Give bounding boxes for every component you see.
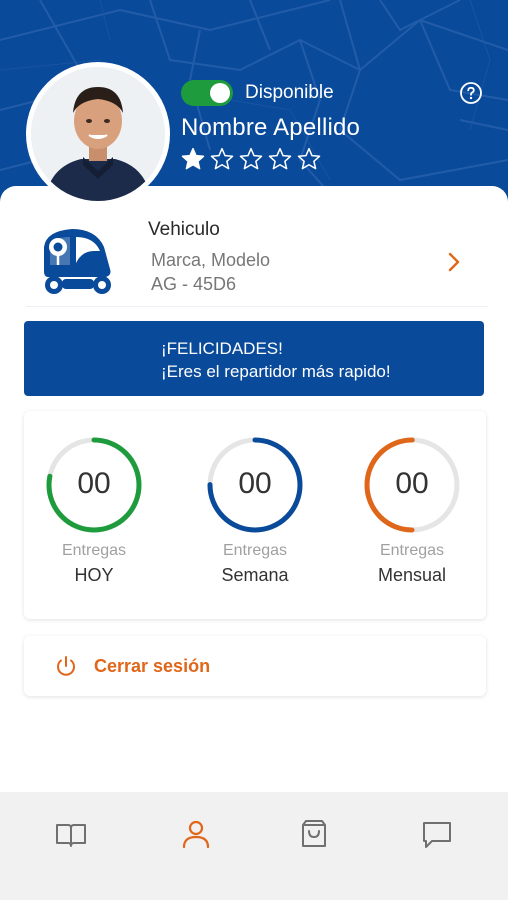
star-outline-icon	[268, 147, 292, 170]
stat-subtitle: Entregas	[222, 542, 288, 559]
power-icon	[57, 656, 75, 676]
stat-subtitle: Entregas	[379, 542, 445, 559]
chevron-right-icon	[448, 252, 460, 272]
stat-subtitle: Entregas	[61, 542, 127, 559]
user-icon[interactable]	[178, 816, 214, 852]
stat-month: 00 Entregas Mensual	[342, 411, 496, 619]
divider	[26, 306, 488, 307]
stat-label: Mensual	[377, 565, 447, 585]
logout-label: Cerrar sesión	[94, 656, 211, 676]
toggle-knob	[210, 83, 230, 103]
vehicle-plate: AG - 45D6	[151, 274, 237, 294]
driver-name: Nombre Apellido	[181, 114, 361, 141]
deliveries-stats-card: 00 Entregas HOY 00 Entregas Semana 00 En…	[24, 411, 486, 619]
congratulations-banner: ¡FELICIDADES! ¡Eres el repartidor más ra…	[24, 321, 484, 396]
chat-icon[interactable]	[419, 816, 455, 852]
question-circle-icon[interactable]	[459, 81, 483, 105]
bottom-navigation	[0, 792, 508, 900]
stat-value: 00	[395, 467, 429, 500]
avatar[interactable]	[26, 62, 170, 206]
tuk-tuk-vehicle-icon	[44, 229, 111, 294]
banner-message: ¡Eres el repartidor más rapido!	[161, 362, 391, 381]
stat-week: 00 Entregas Semana	[185, 411, 339, 619]
stat-today: 00 Entregas HOY	[24, 411, 178, 619]
stat-value: 00	[77, 467, 111, 500]
user-photo	[31, 67, 165, 201]
vehicle-model: Marca, Modelo	[151, 250, 271, 270]
stat-label: HOY	[74, 565, 114, 585]
star-outline-icon	[297, 147, 321, 170]
star-outline-icon	[210, 147, 234, 170]
availability-label: Disponible	[245, 82, 334, 103]
banner-title: ¡FELICIDADES!	[161, 339, 283, 358]
star-filled-icon	[181, 147, 205, 170]
stat-label: Semana	[221, 565, 289, 585]
vehicle-title: Vehiculo	[148, 219, 220, 240]
rating-stars	[180, 146, 322, 172]
shopping-bag-icon[interactable]	[296, 816, 332, 852]
vehicle-row[interactable]: Vehiculo Marca, Modelo AG - 45D6	[0, 205, 508, 307]
book-icon[interactable]	[53, 816, 89, 852]
stat-value: 00	[238, 467, 272, 500]
availability-toggle[interactable]	[181, 80, 233, 106]
star-outline-icon	[239, 147, 263, 170]
logout-button[interactable]: Cerrar sesión	[24, 636, 486, 696]
